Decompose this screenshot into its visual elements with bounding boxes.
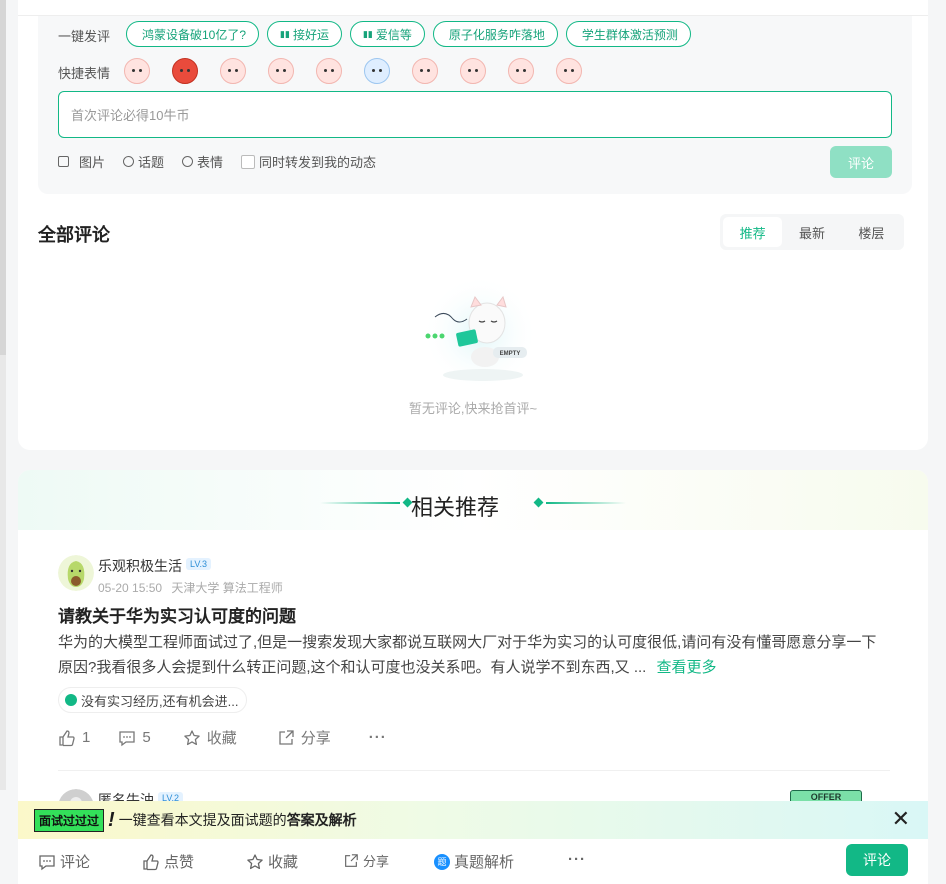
comment-bubble-icon	[119, 730, 135, 746]
bottom-collect-button[interactable]: 收藏	[246, 851, 298, 872]
top-edge	[18, 0, 928, 16]
empty-badge: EMPTY	[500, 351, 521, 357]
thumbs-up-icon	[143, 853, 159, 870]
image-icon	[58, 156, 69, 167]
see-more-link[interactable]: 查看更多	[657, 659, 717, 676]
repost-checkbox[interactable]	[241, 154, 256, 169]
collect-button[interactable]: 收藏	[183, 727, 237, 748]
share-button[interactable]: 分享	[277, 727, 331, 748]
exclamation-icon: !	[108, 808, 115, 831]
title-deco-line-right	[546, 502, 626, 504]
analysis-badge-icon: 题	[434, 853, 450, 870]
post-actions: 1 5 收藏 分享 ···	[58, 727, 387, 748]
bottom-submit-comment-button[interactable]: 评论	[846, 844, 908, 876]
post-title[interactable]: 请教关于华为实习认可度的问题	[58, 602, 296, 627]
submit-comment-button[interactable]: 评论	[830, 146, 892, 178]
quick-tag[interactable]: 原子化服务咋落地	[432, 21, 558, 47]
cow-emoji-icon[interactable]	[460, 58, 486, 84]
star-icon	[247, 853, 263, 869]
compose-toolbar: 图片 话题 表情 同时转发到我的动态	[58, 152, 376, 171]
bottom-like-button[interactable]: 点赞	[142, 851, 194, 872]
quick-tag[interactable]: 学生群体激活预测	[565, 21, 691, 47]
insert-topic-button[interactable]: 话题	[123, 152, 164, 171]
cow-emoji-icon[interactable]	[508, 58, 534, 84]
more-options-button[interactable]: ···	[369, 729, 387, 746]
close-banner-icon[interactable]: ✕	[892, 808, 910, 830]
like-button[interactable]: 1	[58, 729, 90, 747]
insert-image-button[interactable]: 图片	[58, 152, 105, 171]
cow-emoji-icon[interactable]	[124, 58, 150, 84]
angry-cow-emoji-icon[interactable]	[172, 58, 198, 84]
level-badge: LV.3	[186, 558, 212, 570]
share-icon	[279, 729, 294, 745]
cow-emoji-icon[interactable]	[556, 58, 582, 84]
post-divider	[58, 770, 890, 771]
post-time: 05-20 15:50	[98, 581, 163, 595]
quick-comment-label: 一键发评	[58, 29, 111, 44]
topic-icon	[65, 694, 77, 706]
comment-sort-tabs: 推荐 最新 楼层	[720, 214, 904, 250]
all-comments-title: 全部评论	[38, 225, 110, 245]
quick-tag[interactable]: ▮▮ 接好运	[267, 21, 342, 47]
comments-button[interactable]: 5	[118, 729, 151, 747]
star-icon	[183, 729, 200, 745]
comment-input[interactable]: 首次评论必得10牛币	[58, 91, 892, 138]
bottom-comment-button[interactable]: 评论	[38, 851, 90, 872]
tab-recommended[interactable]: 推荐	[723, 217, 783, 247]
banner-tag: 面试过过过	[34, 808, 105, 832]
quick-tag[interactable]: 鸿蒙设备破10亿了?	[126, 21, 260, 47]
banner-text: 一键查看本文提及面试题的	[118, 812, 287, 828]
author-name[interactable]: 乐观积极生活	[98, 556, 182, 576]
interview-answers-banner[interactable]: 面试过过过 ! 一键查看本文提及面试题的 答案及解析 ✕	[18, 801, 928, 839]
empty-state-illustration: EMPTY	[422, 275, 538, 390]
comment-input-placeholder: 首次评论必得10牛币	[71, 108, 190, 123]
repost-toggle[interactable]: 同时转发到我的动态	[241, 152, 376, 171]
related-topic-chip[interactable]: 没有实习经历,还有机会进...	[58, 687, 248, 713]
tab-floor[interactable]: 楼层	[842, 217, 901, 247]
bottom-share-button[interactable]: 分享	[343, 851, 389, 870]
crying-cow-emoji-icon[interactable]	[364, 58, 390, 84]
quick-comment-tags: 鸿蒙设备破10亿了? ▮▮ 接好运 ▮▮ 爱信等 原子化服务咋落地 学生群体激活预测	[126, 21, 691, 47]
comment-bubble-icon	[39, 854, 55, 870]
banner-highlight: 答案及解析	[286, 812, 357, 828]
recommend-title: 相关推荐	[410, 495, 499, 520]
left-scroll-track	[0, 0, 6, 355]
bottom-action-bar: 评论 点赞 收藏 分享 题 真题解析 ··· 评论	[18, 839, 928, 884]
quick-emoji-row	[124, 58, 582, 84]
thumbs-up-icon	[59, 729, 75, 746]
cow-emoji-icon[interactable]	[412, 58, 438, 84]
bottom-analysis-button[interactable]: 题 真题解析	[434, 851, 514, 872]
share-icon	[345, 853, 358, 867]
post-body[interactable]: 华为的大模型工程师面试过了,但是一搜索发现大家都说互联网大厂对于华为实习的认可度…	[58, 630, 888, 680]
author-school: 天津大学 算法工程师	[171, 581, 283, 595]
post-body-text: 华为的大模型工程师面试过了,但是一搜索发现大家都说互联网大厂对于华为实习的认可度…	[58, 634, 877, 676]
quick-tag[interactable]: ▮▮ 爱信等	[349, 21, 425, 47]
bottom-more-button[interactable]: ···	[568, 851, 586, 868]
author-avatar[interactable]	[58, 555, 94, 591]
empty-comments-text: 暂无评论,快来抢首评~	[408, 401, 538, 416]
smiley-icon	[182, 156, 194, 167]
quick-emoji-label: 快捷表情	[58, 66, 111, 81]
insert-emoji-button[interactable]: 表情	[182, 152, 223, 171]
tab-latest[interactable]: 最新	[782, 217, 841, 247]
cow-emoji-icon[interactable]	[316, 58, 342, 84]
cow-emoji-icon[interactable]	[220, 58, 246, 84]
post-meta: 05-20 15:50 天津大学 算法工程师	[98, 579, 283, 596]
cow-emoji-icon[interactable]	[268, 58, 294, 84]
topic-icon	[123, 156, 135, 167]
